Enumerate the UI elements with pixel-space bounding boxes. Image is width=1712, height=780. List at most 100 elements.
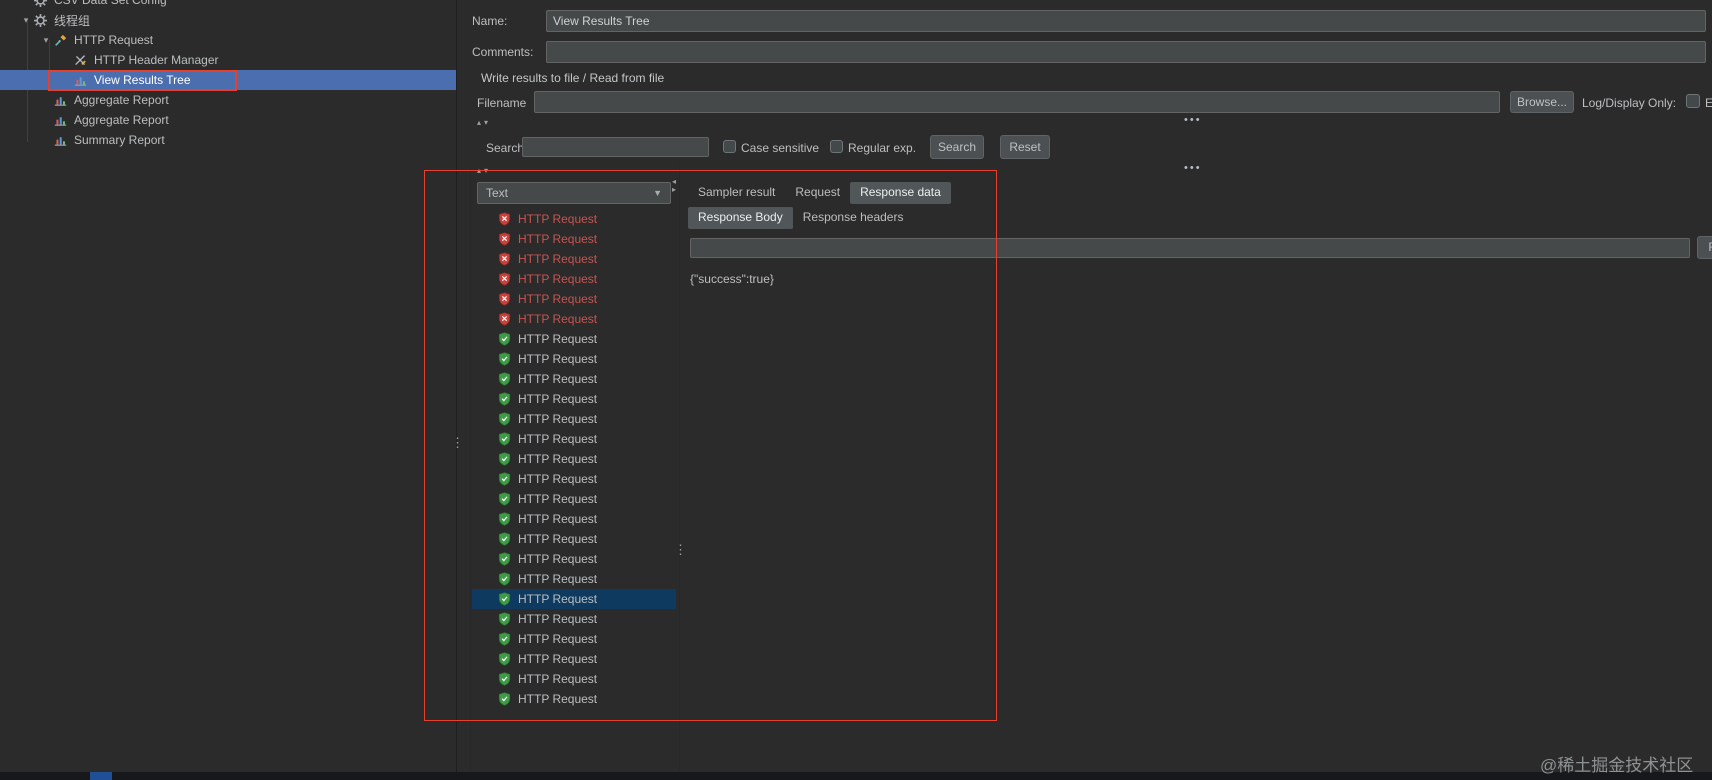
tab-response-data[interactable]: Response data bbox=[850, 182, 951, 204]
result-item[interactable]: HTTP Request bbox=[472, 609, 676, 629]
results-filter-dropdown[interactable]: Text ▼ bbox=[477, 182, 671, 204]
shield-ok-icon bbox=[498, 412, 512, 427]
result-item-label: HTTP Request bbox=[518, 212, 598, 226]
tree-item-aggregate-report[interactable]: Aggregate Report bbox=[0, 110, 456, 130]
result-item[interactable]: HTTP Request bbox=[472, 369, 676, 389]
splitter-collapse-icons[interactable]: ▴▾ bbox=[477, 118, 491, 127]
result-item[interactable]: HTTP Request bbox=[472, 249, 676, 269]
result-item[interactable]: HTTP Request bbox=[472, 289, 676, 309]
tree-item-label: Summary Report bbox=[74, 133, 165, 147]
result-item-label: HTTP Request bbox=[518, 352, 598, 366]
result-item[interactable]: HTTP Request bbox=[472, 689, 676, 709]
results-splitter-collapse-icons[interactable]: ◂ ▸ bbox=[672, 178, 676, 194]
tree-item-aggregate-report[interactable]: Aggregate Report bbox=[0, 90, 456, 110]
tree-item-csv-data-set-config[interactable]: CSV Data Set Config bbox=[0, 0, 456, 10]
tree-item-view-results-tree[interactable]: View Results Tree bbox=[0, 70, 456, 90]
main-splitter-grip-icon[interactable]: ⋮ bbox=[451, 436, 464, 449]
write-results-section-label: Write results to file / Read from file bbox=[481, 71, 665, 85]
result-item[interactable]: HTTP Request bbox=[472, 409, 676, 429]
result-item[interactable]: HTTP Request bbox=[472, 669, 676, 689]
result-item[interactable]: HTTP Request bbox=[472, 389, 676, 409]
regular-exp-checkbox[interactable] bbox=[830, 140, 843, 153]
subtab-response-body[interactable]: Response Body bbox=[688, 207, 793, 229]
result-item[interactable]: HTTP Request bbox=[472, 549, 676, 569]
tree-item-label: Aggregate Report bbox=[74, 93, 169, 107]
result-item[interactable]: HTTP Request bbox=[472, 509, 676, 529]
shield-ok-icon bbox=[498, 332, 512, 347]
tab-request[interactable]: Request bbox=[785, 182, 850, 204]
find-button[interactable]: F bbox=[1697, 236, 1712, 259]
result-item-label: HTTP Request bbox=[518, 392, 598, 406]
tree-item-label: View Results Tree bbox=[94, 73, 191, 87]
splitter-collapse-icons[interactable]: ▴▾ bbox=[477, 166, 491, 175]
tree-item-label: HTTP Header Manager bbox=[94, 53, 219, 67]
result-item-label: HTTP Request bbox=[518, 532, 598, 546]
result-item[interactable]: HTTP Request bbox=[472, 449, 676, 469]
result-item[interactable]: HTTP Request bbox=[472, 349, 676, 369]
name-input[interactable] bbox=[546, 10, 1706, 32]
header-manager-icon bbox=[74, 53, 89, 67]
case-sensitive-checkbox[interactable] bbox=[723, 140, 736, 153]
chevron-down-icon[interactable]: ▾ bbox=[18, 15, 34, 26]
main-splitter[interactable] bbox=[456, 0, 457, 772]
tree-item-label: Aggregate Report bbox=[74, 113, 169, 127]
result-item[interactable]: HTTP Request bbox=[472, 529, 676, 549]
response-search-input[interactable] bbox=[690, 238, 1690, 258]
results-splitter[interactable] bbox=[679, 166, 680, 772]
name-label: Name: bbox=[472, 14, 508, 28]
shield-ok-icon bbox=[498, 432, 512, 447]
errors-checkbox[interactable] bbox=[1686, 94, 1700, 108]
chevron-down-icon[interactable]: ▾ bbox=[38, 35, 54, 46]
sampler-icon bbox=[54, 33, 69, 47]
shield-ok-icon bbox=[498, 532, 512, 547]
tree-item-http-request[interactable]: ▾ HTTP Request bbox=[0, 30, 456, 50]
search-input[interactable] bbox=[522, 137, 709, 157]
result-item[interactable]: HTTP Request bbox=[472, 309, 676, 329]
comments-input[interactable] bbox=[546, 41, 1706, 63]
log-display-only-label: Log/Display Only: bbox=[1582, 96, 1677, 110]
splitter-handle-dots[interactable]: ••• bbox=[1184, 114, 1202, 126]
shield-error-icon bbox=[498, 252, 512, 267]
chart-icon bbox=[54, 113, 69, 127]
result-item[interactable]: HTTP Request bbox=[472, 269, 676, 289]
result-item-label: HTTP Request bbox=[518, 452, 598, 466]
shield-ok-icon bbox=[498, 592, 512, 607]
result-item[interactable]: HTTP Request bbox=[472, 589, 676, 609]
tree-item-label: 线程组 bbox=[54, 13, 91, 28]
result-item[interactable]: HTTP Request bbox=[472, 489, 676, 509]
result-item[interactable]: HTTP Request bbox=[472, 569, 676, 589]
result-item[interactable]: HTTP Request bbox=[472, 209, 676, 229]
result-item-label: HTTP Request bbox=[518, 232, 598, 246]
bottom-strip bbox=[0, 772, 1712, 780]
chart-icon bbox=[54, 133, 69, 147]
tree-item-summary-report[interactable]: Summary Report bbox=[0, 130, 456, 150]
result-item[interactable]: HTTP Request bbox=[472, 629, 676, 649]
splitter-handle-dots[interactable]: ••• bbox=[1184, 162, 1202, 174]
response-sub-tabs: Response Body Response headers bbox=[688, 207, 913, 229]
result-item[interactable]: HTTP Request bbox=[472, 649, 676, 669]
results-filter-value: Text bbox=[486, 186, 509, 200]
result-item-label: HTTP Request bbox=[518, 252, 598, 266]
comments-label: Comments: bbox=[472, 45, 534, 59]
chart-icon bbox=[54, 93, 69, 107]
result-item-label: HTTP Request bbox=[518, 332, 598, 346]
result-item[interactable]: HTTP Request bbox=[472, 469, 676, 489]
filename-label: Filename bbox=[477, 96, 527, 110]
shield-error-icon bbox=[498, 212, 512, 227]
browse-button[interactable]: Browse... bbox=[1510, 91, 1574, 113]
tree-item-http-header-manager[interactable]: HTTP Header Manager bbox=[0, 50, 456, 70]
shield-ok-icon bbox=[498, 392, 512, 407]
tab-sampler-result[interactable]: Sampler result bbox=[688, 182, 785, 204]
reset-button[interactable]: Reset bbox=[1000, 135, 1050, 159]
subtab-response-headers[interactable]: Response headers bbox=[793, 207, 914, 229]
case-sensitive-label: Case sensitive bbox=[741, 141, 820, 155]
result-item[interactable]: HTTP Request bbox=[472, 429, 676, 449]
shield-ok-icon bbox=[498, 612, 512, 627]
tree-item-线程组[interactable]: ▾ 线程组 bbox=[0, 10, 456, 30]
result-item[interactable]: HTTP Request bbox=[472, 329, 676, 349]
search-button[interactable]: Search bbox=[930, 135, 984, 159]
filename-input[interactable] bbox=[534, 91, 1500, 113]
result-item-label: HTTP Request bbox=[518, 692, 598, 706]
shield-error-icon bbox=[498, 272, 512, 287]
result-item[interactable]: HTTP Request bbox=[472, 229, 676, 249]
